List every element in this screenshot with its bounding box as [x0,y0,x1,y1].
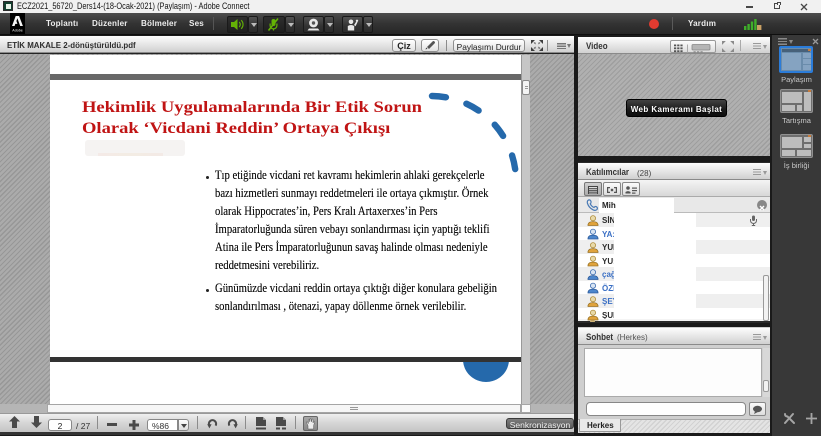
svg-text:Adobe: Adobe [12,29,22,33]
